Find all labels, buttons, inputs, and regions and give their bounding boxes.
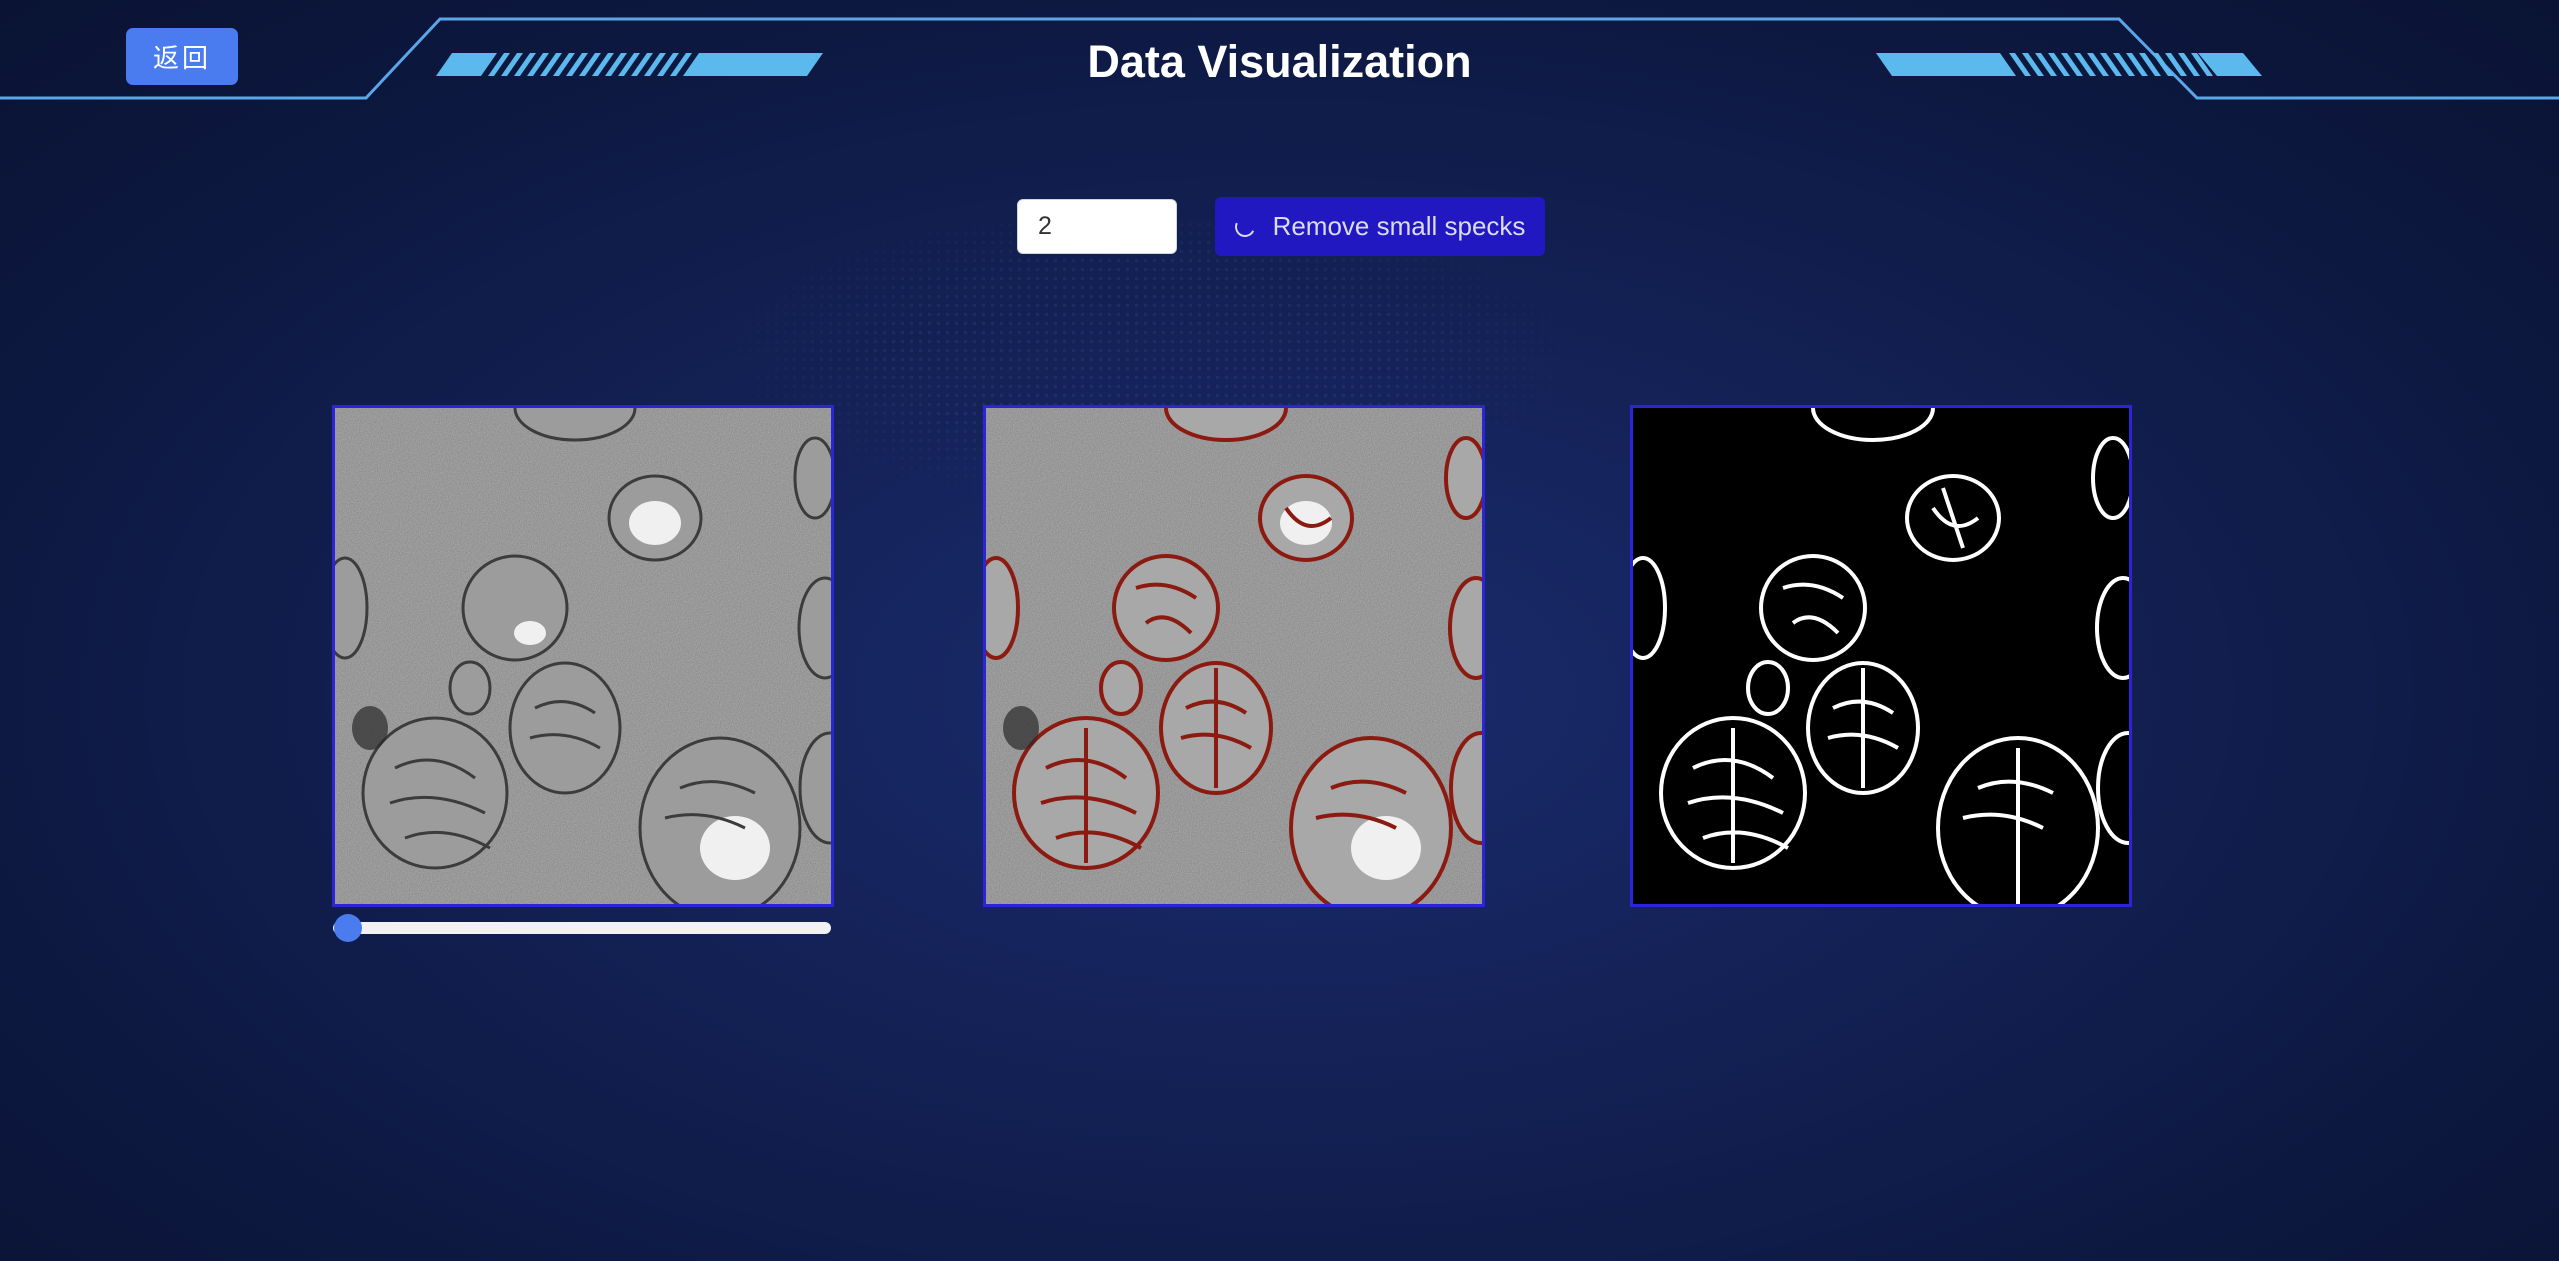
original-image-panel <box>332 405 834 907</box>
overlay-image-panel <box>983 405 1485 907</box>
overlay-image <box>986 408 1482 904</box>
image-slider-thumb[interactable] <box>334 914 362 942</box>
page-title: Data Visualization <box>1087 36 1472 87</box>
original-image <box>335 408 831 904</box>
remove-small-specks-button[interactable]: Remove small specks <box>1215 197 1545 256</box>
image-slider-track[interactable] <box>333 922 831 934</box>
remove-button-label: Remove small specks <box>1272 211 1526 241</box>
threshold-input[interactable] <box>1017 199 1177 254</box>
mask-image-panel <box>1630 405 2132 907</box>
mask-image <box>1633 408 2129 904</box>
loading-spinner-icon <box>1231 213 1258 240</box>
